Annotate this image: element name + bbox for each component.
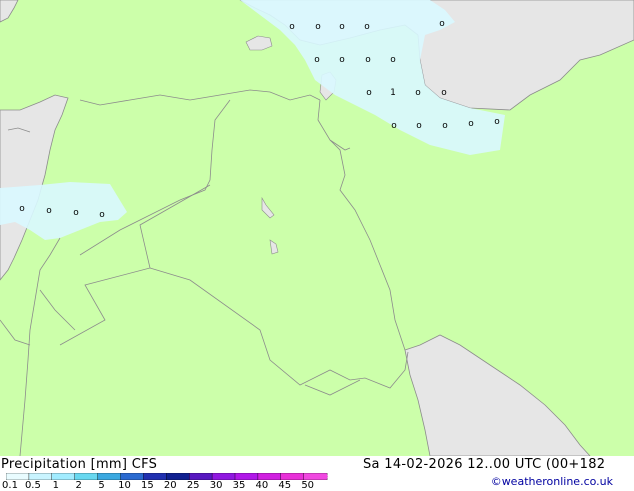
scale-segment (188, 473, 213, 480)
precip-marker: o (289, 22, 295, 32)
scale-segment (74, 473, 99, 480)
precip-marker: o (19, 204, 25, 214)
precip-marker: o (73, 208, 79, 218)
scale-segment (97, 473, 122, 480)
scale-tick-label: 15 (141, 480, 154, 491)
forecast-time: Sa 14-02-2026 12..00 UTC (00+182 (363, 457, 606, 472)
scale-segment (211, 473, 236, 480)
scale-tick-label: 20 (163, 480, 177, 491)
credit-link[interactable]: ©weatheronline.co.uk (491, 475, 613, 488)
scale-tick-label: 0.1 (2, 480, 18, 491)
scale-segment (120, 473, 145, 480)
precip-marker: o (494, 117, 500, 127)
scale-segment (303, 473, 328, 480)
scale-tick-label: 45 (278, 480, 292, 491)
scale-tick-label: 25 (186, 480, 200, 491)
scale-tick-label: 40 (255, 480, 269, 491)
scale-tick-label: 10 (118, 480, 131, 491)
color-scale-bar (6, 473, 328, 480)
legend-panel: Precipitation [mm] CFS Sa 14-02-2026 12.… (0, 456, 634, 491)
scale-segment (51, 473, 76, 480)
precip-marker: o (468, 119, 474, 129)
scale-segment (280, 473, 305, 480)
precip-marker: o (339, 55, 345, 65)
precip-marker: o (339, 22, 345, 32)
precip-marker: o (390, 55, 396, 65)
precip-marker: o (441, 88, 447, 98)
scale-segment (234, 473, 259, 480)
precip-marker: o (439, 19, 445, 29)
scale-tick-label: 35 (232, 480, 246, 491)
scale-tick-label: 0.5 (24, 480, 41, 491)
scale-tick-label: 5 (98, 480, 105, 491)
scale-segment (6, 473, 30, 480)
precipitation-map: o o o o o o o o o o 1 o o o o o o o o o … (0, 0, 634, 457)
precip-marker: o (415, 88, 421, 98)
precip-marker: o (366, 88, 372, 98)
scale-segment (28, 473, 53, 480)
precip-value-label: 1 (390, 88, 396, 98)
legend-title: Precipitation [mm] CFS (1, 457, 158, 472)
precip-marker: o (391, 121, 397, 131)
scale-segment (143, 473, 167, 480)
scale-tick-label: 50 (301, 480, 315, 491)
scale-tick-label: 2 (75, 480, 82, 491)
scale-tick-label: 30 (209, 480, 223, 491)
precip-marker: o (46, 206, 52, 216)
precip-marker: o (315, 22, 321, 32)
precip-marker: o (314, 55, 320, 65)
precip-marker: o (442, 121, 448, 131)
precip-marker: o (364, 22, 370, 32)
precip-marker: o (365, 55, 371, 65)
scale-tick-label: 1 (52, 480, 59, 491)
scale-segment (257, 473, 282, 480)
scale-segment (166, 473, 190, 480)
precip-marker: o (99, 210, 105, 220)
precip-marker: o (416, 121, 422, 131)
